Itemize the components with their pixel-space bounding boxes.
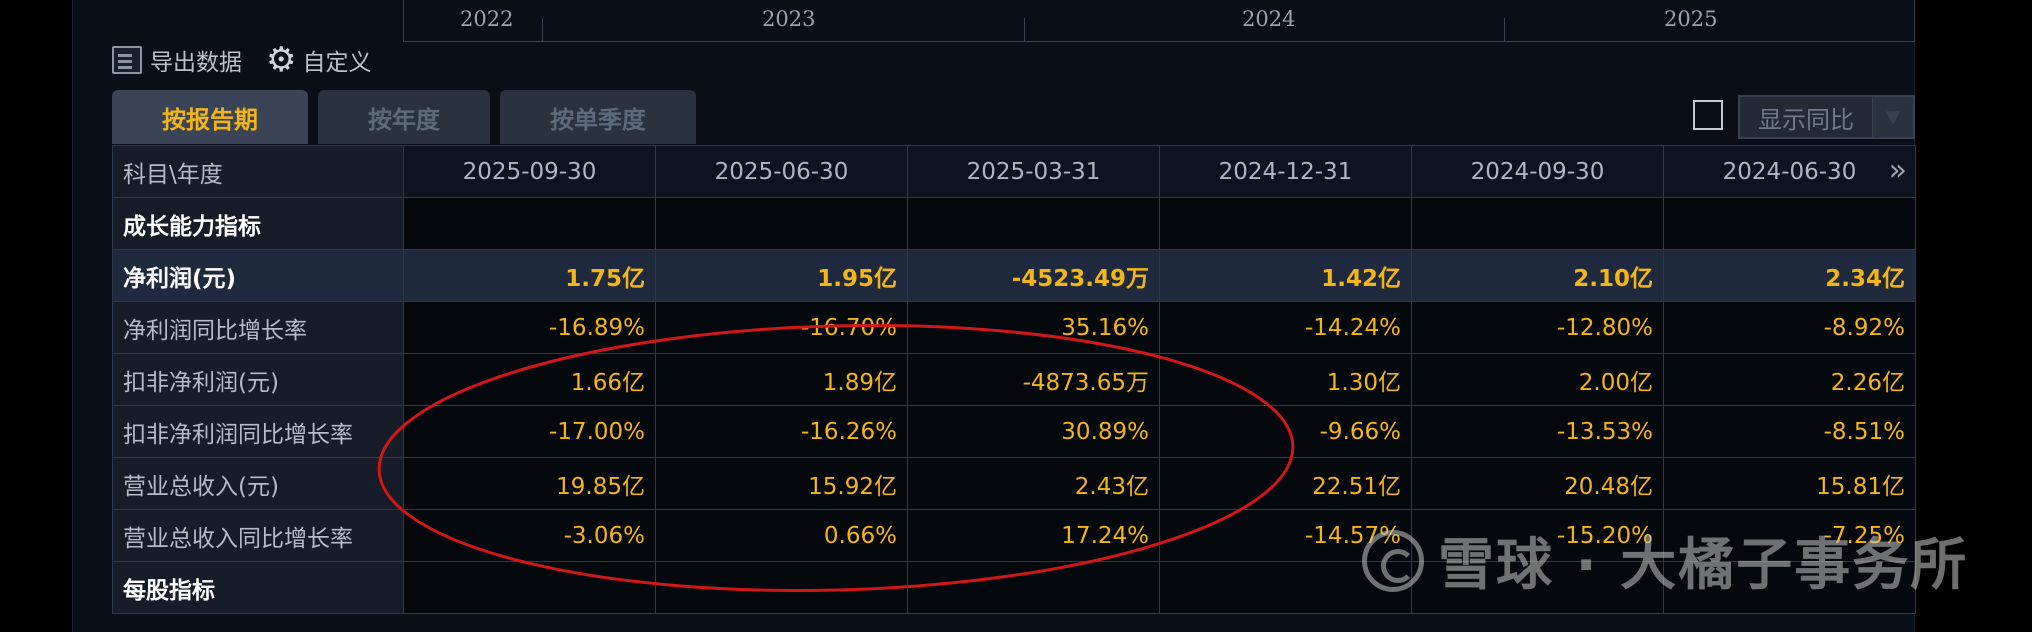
table-cell — [1663, 197, 1916, 250]
timeline-year: 2024 — [1242, 7, 1296, 31]
table-cell: 15.81亿 — [1663, 457, 1916, 510]
table-cell: -3.06% — [403, 509, 656, 562]
table-corner-label: 科目\年度 — [112, 145, 404, 198]
table-cell: 2.00亿 — [1411, 353, 1664, 406]
row-label[interactable]: 每股指标 — [112, 561, 404, 614]
column-header-date[interactable]: 2024-12-31 — [1159, 145, 1412, 198]
table-row: 扣非净利润同比增长率 -17.00% -16.26% 30.89% -9.66% -13.… — [112, 405, 1916, 458]
table-cell: 17.24% — [907, 509, 1160, 562]
table-cell: 35.16% — [907, 301, 1160, 354]
watermark-text: 雪球 · 大橘子事务所 — [1438, 533, 1969, 598]
tab-single-quarter[interactable]: 按单季度 — [500, 90, 696, 144]
table-cell: -16.89% — [403, 301, 656, 354]
row-label[interactable]: 营业总收入同比增长率 — [112, 509, 404, 562]
row-label[interactable]: 成长能力指标 — [112, 197, 404, 250]
table-cell — [1159, 197, 1412, 250]
table-row: 营业总收入(元) 19.85亿 15.92亿 2.43亿 22.51亿 20.48亿 15.… — [112, 457, 1916, 510]
table-cell: 19.85亿 — [403, 457, 656, 510]
table-row: 成长能力指标 — [112, 197, 1916, 250]
table-header-row: 科目\年度 2025-09-30 2025-06-30 2025-03-31 2… — [112, 145, 1916, 198]
column-header-date[interactable]: 2025-03-31 — [907, 145, 1160, 198]
table-cell: -4523.49万 — [907, 249, 1160, 302]
table-cell — [907, 197, 1160, 250]
row-label[interactable]: 扣非净利润(元) — [112, 353, 404, 406]
table-cell: 22.51亿 — [1159, 457, 1412, 510]
column-header-date[interactable]: 2024-09-30 — [1411, 145, 1664, 198]
column-header-date[interactable]: 2025-09-30 — [403, 145, 656, 198]
table-cell: 2.26亿 — [1663, 353, 1916, 406]
chevron-down-icon: ▼ — [1872, 97, 1913, 137]
export-data-label: 导出数据 — [150, 50, 242, 76]
timeline-tick — [1024, 18, 1025, 42]
export-icon — [112, 46, 142, 74]
table-cell: -8.51% — [1663, 405, 1916, 458]
table-cell: 1.89亿 — [655, 353, 908, 406]
gear-icon: ⚙ — [266, 40, 297, 80]
table-cell — [403, 561, 656, 614]
table-cell: 2.43亿 — [907, 457, 1160, 510]
table-cell: 2.10亿 — [1411, 249, 1664, 302]
yoy-select[interactable]: 显示同比 ▼ — [1738, 95, 1915, 139]
table-cell: -16.70% — [655, 301, 908, 354]
timeline-tick — [542, 18, 543, 42]
xueqiu-logo-icon — [1362, 529, 1424, 592]
table-cell: 15.92亿 — [655, 457, 908, 510]
table-cell: 1.95亿 — [655, 249, 908, 302]
tab-annual[interactable]: 按年度 — [318, 90, 490, 144]
timeline-slider[interactable]: 2022 2023 2024 2025 — [403, 0, 1915, 42]
double-chevron-right-icon[interactable]: » — [1889, 156, 1907, 186]
yoy-checkbox[interactable] — [1693, 100, 1723, 130]
row-label[interactable]: 净利润同比增长率 — [112, 301, 404, 354]
yoy-select-label: 显示同比 — [1758, 105, 1854, 134]
table-cell: -4873.65万 — [907, 353, 1160, 406]
table-cell — [655, 561, 908, 614]
export-data-button[interactable]: 导出数据 — [112, 40, 242, 80]
table-cell: 1.30亿 — [1159, 353, 1412, 406]
column-header-date[interactable]: 2025-06-30 — [655, 145, 908, 198]
table-cell: -12.80% — [1411, 301, 1664, 354]
table-cell: 0.66% — [655, 509, 908, 562]
table-cell: -9.66% — [1159, 405, 1412, 458]
timeline-year: 2025 — [1664, 7, 1718, 31]
table-cell: 20.48亿 — [1411, 457, 1664, 510]
customize-button[interactable]: ⚙ 自定义 — [266, 40, 371, 80]
table-cell: -13.53% — [1411, 405, 1664, 458]
table-row: 扣非净利润(元) 1.66亿 1.89亿 -4873.65万 1.30亿 2.00亿 2.2… — [112, 353, 1916, 406]
table-cell — [907, 561, 1160, 614]
table-row: 净利润同比增长率 -16.89% -16.70% 35.16% -14.24% -12.8… — [112, 301, 1916, 354]
table-cell: 1.75亿 — [403, 249, 656, 302]
timeline-tick — [1504, 18, 1505, 42]
customize-label: 自定义 — [302, 50, 372, 76]
table-cell: 1.66亿 — [403, 353, 656, 406]
table-cell: -16.26% — [655, 405, 908, 458]
table-row: 净利润(元) 1.75亿 1.95亿 -4523.49万 1.42亿 2.10亿 2.34亿 — [112, 249, 1916, 302]
table-cell: 2.34亿 — [1663, 249, 1916, 302]
table-cell: 30.89% — [907, 405, 1160, 458]
column-header-date[interactable]: 2024-06-30 » — [1663, 145, 1916, 198]
table-cell: -8.92% — [1663, 301, 1916, 354]
tab-report-period[interactable]: 按报告期 — [112, 90, 308, 144]
row-label[interactable]: 扣非净利润同比增长率 — [112, 405, 404, 458]
table-cell — [403, 197, 656, 250]
table-cell — [655, 197, 908, 250]
timeline-year: 2022 — [460, 7, 514, 31]
table-cell: 1.42亿 — [1159, 249, 1412, 302]
timeline-year: 2023 — [762, 7, 816, 31]
watermark: 雪球 · 大橘子事务所 — [1362, 520, 1968, 601]
row-label[interactable]: 营业总收入(元) — [112, 457, 404, 510]
row-label[interactable]: 净利润(元) — [112, 249, 404, 302]
column-header-date-label: 2024-06-30 — [1722, 158, 1857, 185]
table-cell — [1411, 197, 1664, 250]
table-cell: -17.00% — [403, 405, 656, 458]
table-cell: -14.24% — [1159, 301, 1412, 354]
